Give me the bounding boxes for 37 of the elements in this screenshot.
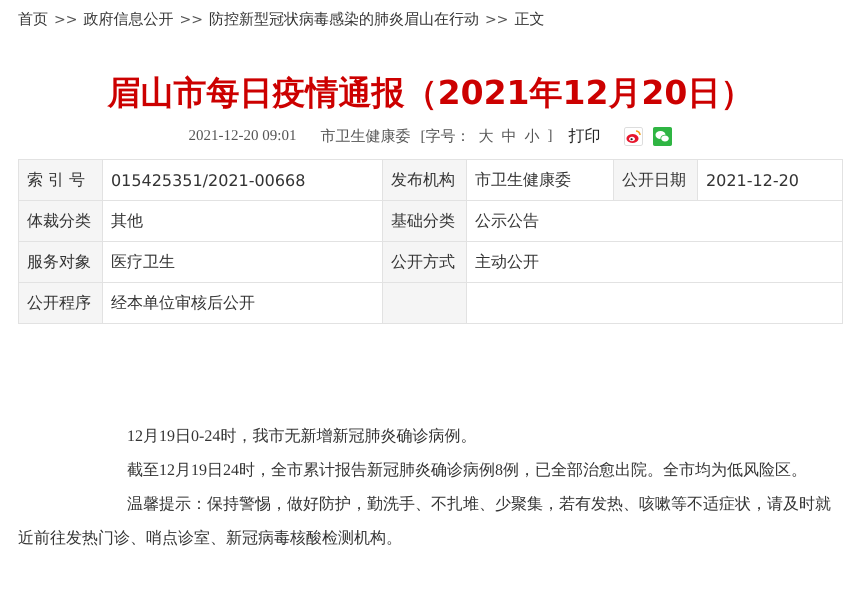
field-value: 医疗卫生	[102, 242, 382, 282]
font-size-link[interactable]: 大	[478, 127, 494, 146]
font-size-link[interactable]: 中	[501, 127, 516, 146]
field-label: 发布机构	[382, 160, 466, 200]
wechat-share-icon[interactable]	[653, 127, 672, 146]
field-label: 公开方式	[382, 242, 466, 282]
field-value: 经本单位审核后公开	[102, 282, 382, 324]
breadcrumb-link[interactable]: 首页	[18, 10, 48, 29]
source-name: 市卫生健康委	[320, 127, 410, 146]
breadcrumb-link[interactable]: 正文	[514, 10, 544, 29]
weibo-share-icon[interactable]	[624, 127, 644, 146]
field-value: 2021-12-20	[698, 160, 842, 200]
bracket: ]	[547, 128, 552, 145]
field-label: 公开日期	[614, 160, 698, 200]
publish-date: 2021-12-20 09:01	[188, 128, 296, 145]
breadcrumb-separator: >>	[484, 12, 508, 28]
font-size-link[interactable]: 小	[524, 127, 540, 146]
field-value: 015425351/2021-00668	[102, 160, 382, 200]
field-label: 基础分类	[382, 200, 466, 242]
field-label: 索 引 号	[18, 160, 102, 200]
font-size-label: [字号：	[420, 127, 470, 146]
field-value: 其他	[102, 200, 382, 242]
article-title: 眉山市每日疫情通报（2021年12月20日）	[106, 72, 754, 114]
body-paragraph: 12月19日0-24时，我市无新增新冠肺炎确诊病例。	[126, 426, 478, 447]
body-paragraph: 截至12月19日24时，全市累计报告新冠肺炎确诊病例8例，已全部治愈出院。全市均为低风险区。	[126, 460, 808, 481]
field-value: 市卫生健康委	[466, 160, 614, 200]
breadcrumb-separator: >>	[54, 12, 78, 28]
field-label: 服务对象	[18, 242, 102, 282]
breadcrumb-separator: >>	[179, 12, 203, 28]
field-label: 公开程序	[18, 282, 102, 324]
breadcrumb-link[interactable]: 政府信息公开	[83, 10, 174, 29]
field-value: 公示公告	[466, 200, 842, 242]
field-label: 体裁分类	[18, 200, 102, 242]
breadcrumb-link[interactable]: 防控新型冠状病毒感染的肺炎眉山在行动	[208, 10, 479, 29]
body-paragraph: 温馨提示：保持警惕，做好防护，勤洗手、不扎堆、少聚集，若有发热、咳嗽等不适症状，请及时就近前往发热门诊、哨点诊室、新冠病毒核酸检测机构。	[18, 494, 832, 549]
print-link[interactable]: 打印	[568, 126, 600, 147]
field-value: 主动公开	[466, 242, 842, 282]
